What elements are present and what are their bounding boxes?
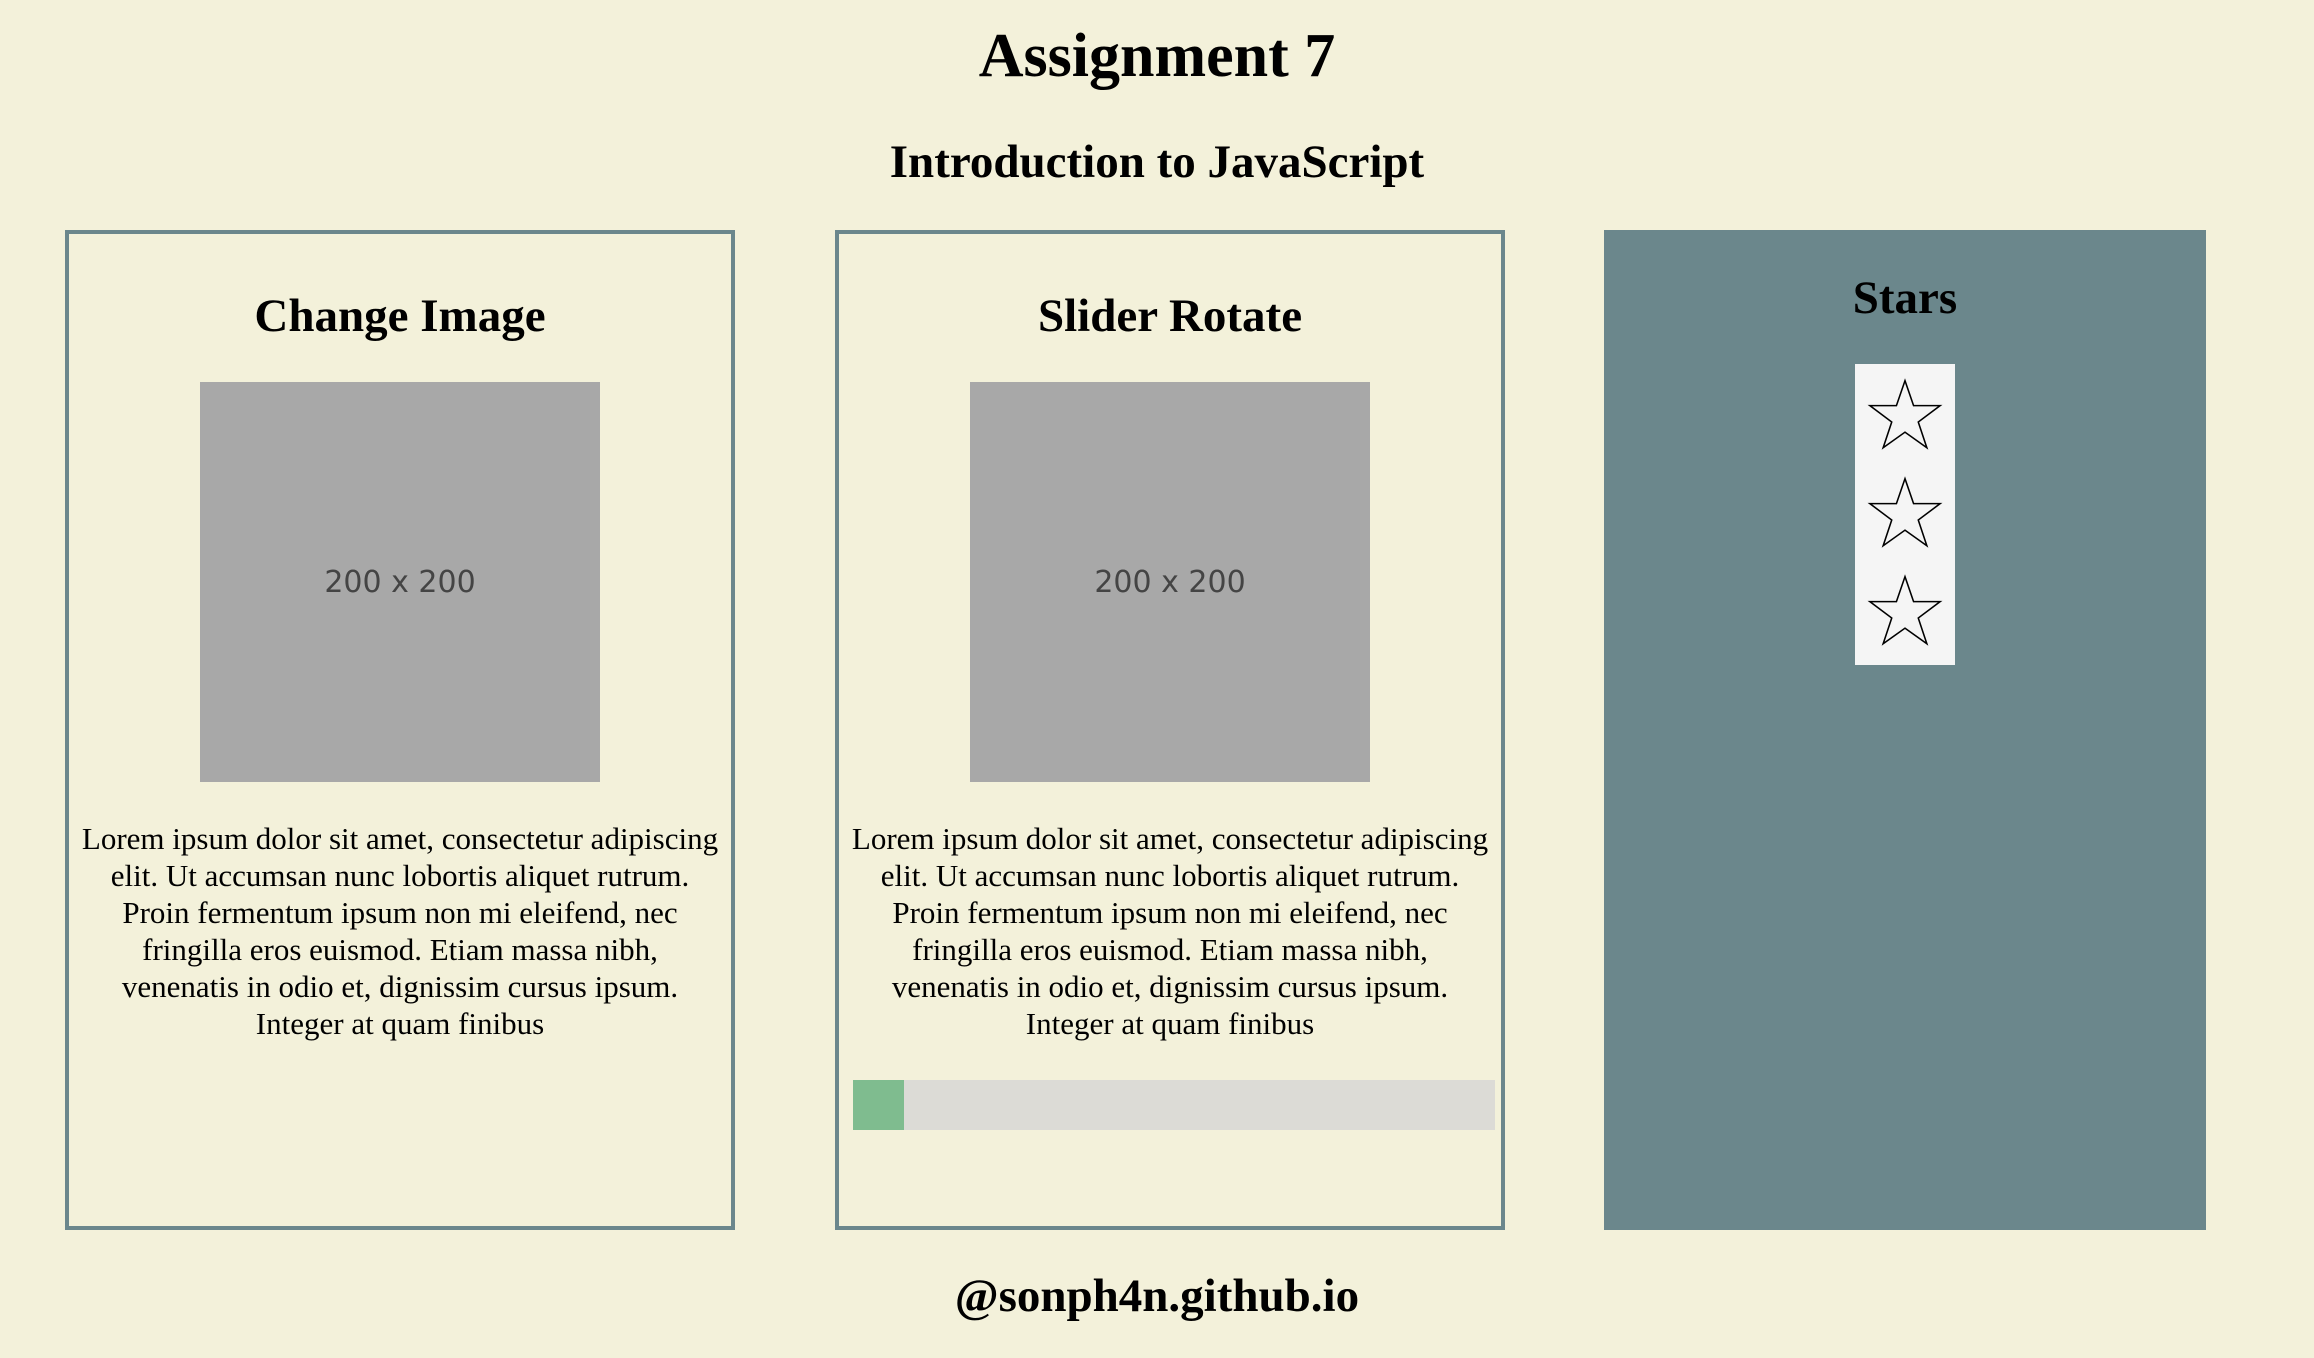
star-outline-icon[interactable] [1866,572,1944,650]
stars-card: Stars [1604,230,2206,1230]
page-title: Assignment 7 [978,22,1336,90]
change-image-card: Change Image 200 x 200 Lorem ipsum dolor… [65,230,735,1230]
placeholder-image: 200 x 200 [970,382,1370,782]
card-description: Lorem ipsum dolor sit amet, consectetur … [81,821,719,1041]
placeholder-image[interactable]: 200 x 200 [200,382,600,782]
slider-rotate-card: Slider Rotate 200 x 200 Lorem ipsum dolo… [835,230,1505,1230]
card-title: Change Image [254,290,546,342]
placeholder-image-label: 200 x 200 [324,564,476,600]
star-outline-icon[interactable] [1866,376,1944,454]
stars-panel [1855,364,1955,665]
card-title: Stars [1852,272,1958,324]
card-description: Lorem ipsum dolor sit amet, consectetur … [851,821,1489,1041]
slider-progress-fill [853,1080,905,1130]
slider-progress-bar [853,1080,1495,1130]
footer-credit: @sonph4n.github.io [954,1270,1360,1322]
star-outline-icon[interactable] [1866,474,1944,552]
card-title: Slider Rotate [1037,290,1303,342]
page-subtitle: Introduction to JavaScript [889,136,1425,188]
placeholder-image-label: 200 x 200 [1094,564,1246,600]
